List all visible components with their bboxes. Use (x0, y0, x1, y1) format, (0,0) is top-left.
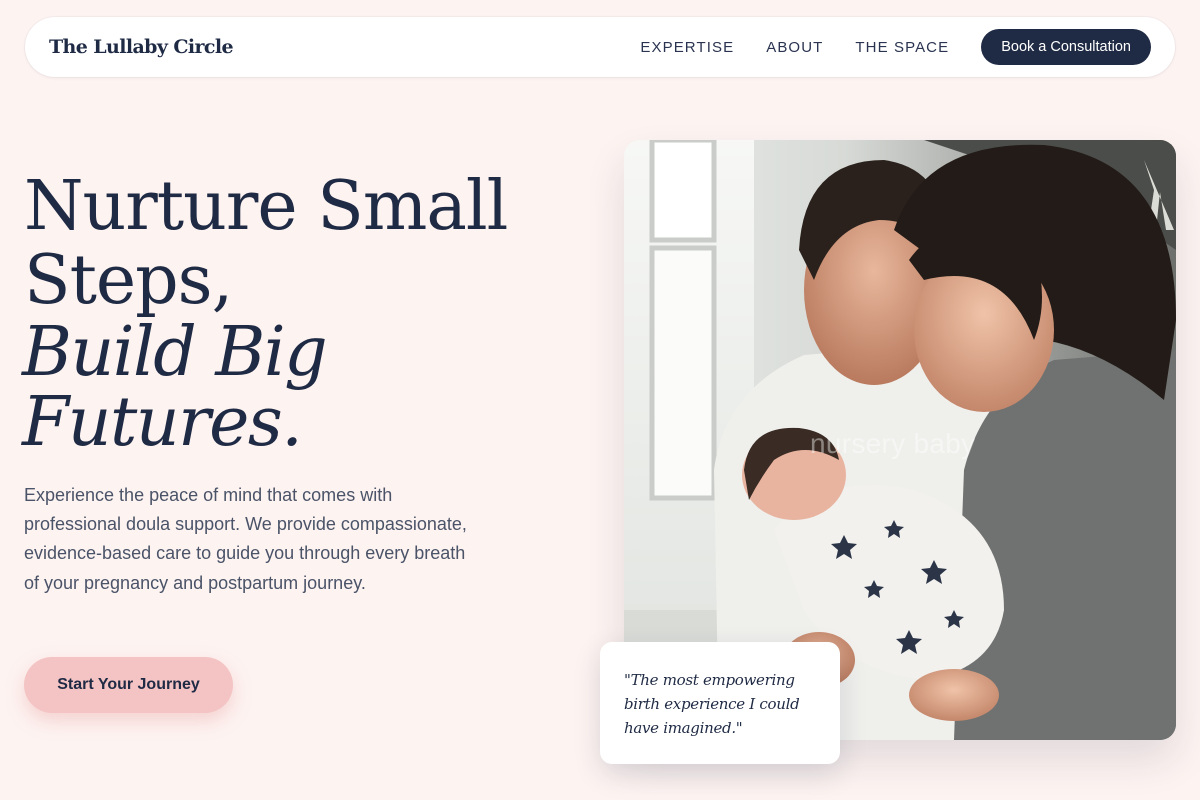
nav-link-about[interactable]: ABOUT (766, 39, 823, 56)
nav-link-expertise[interactable]: EXPERTISE (640, 39, 734, 56)
brand-logo[interactable]: The Lullaby Circle (49, 36, 234, 58)
nav-menu: EXPERTISE ABOUT THE SPACE Book a Consult… (640, 29, 1151, 65)
top-nav: The Lullaby Circle EXPERTISE ABOUT THE S… (25, 17, 1175, 77)
headline-line-1: Nurture Small Steps, (24, 167, 508, 320)
hero-headline: Nurture Small Steps, Build Big Futures. (22, 167, 584, 462)
image-overlay-text: nursery baby (810, 428, 976, 459)
start-journey-button[interactable]: Start Your Journey (24, 657, 233, 713)
headline-line-2: Build Big Futures. (22, 313, 328, 462)
testimonial-card: "The most empowering birth experience I … (600, 642, 840, 764)
testimonial-quote: "The most empowering birth experience I … (624, 671, 800, 737)
hero-intro: Experience the peace of mind that comes … (24, 485, 467, 593)
book-consultation-button[interactable]: Book a Consultation (981, 29, 1151, 65)
page: The Lullaby Circle EXPERTISE ABOUT THE S… (0, 0, 1200, 800)
nav-link-the-space[interactable]: THE SPACE (855, 39, 949, 56)
